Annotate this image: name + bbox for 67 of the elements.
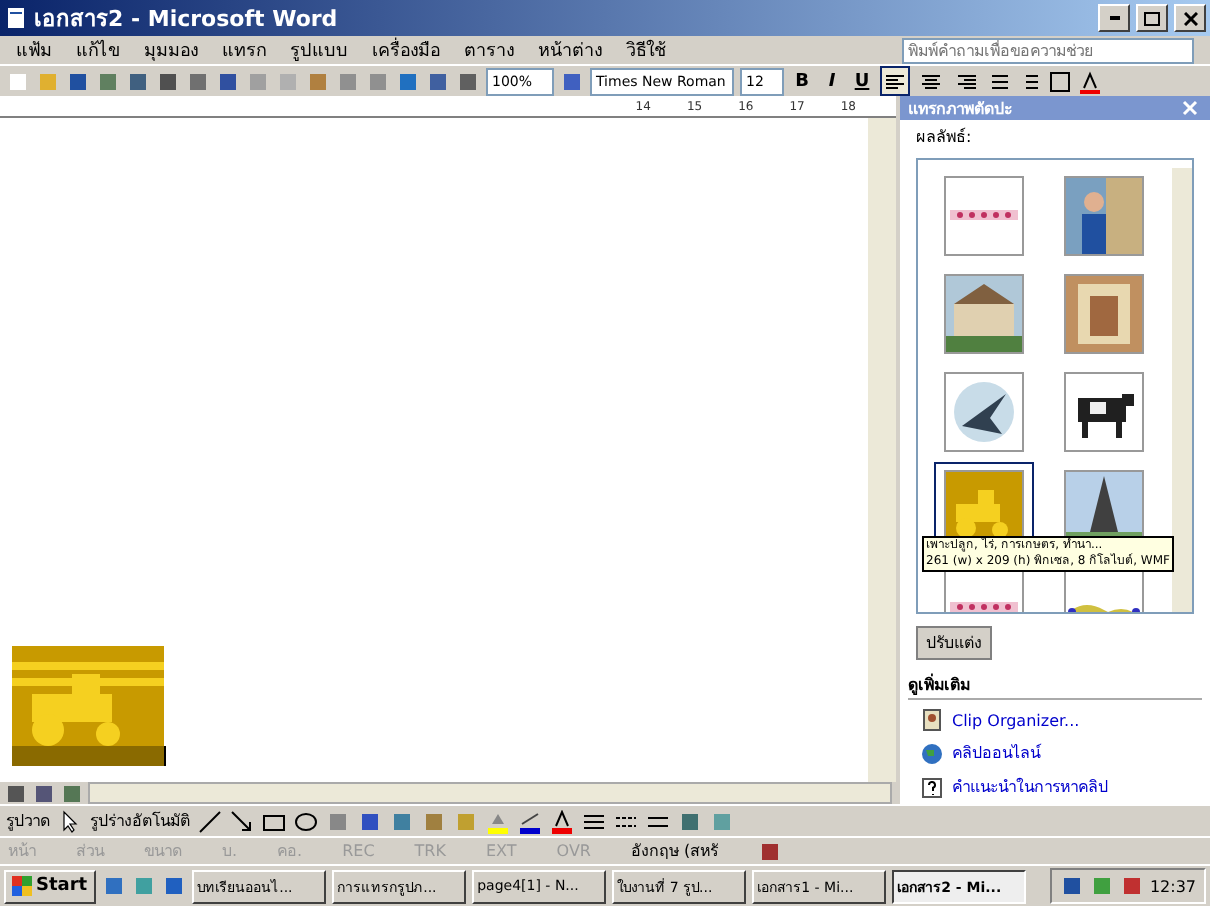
window-title: เอกสาร2 - Microsoft Word	[34, 4, 340, 36]
line-icon[interactable]	[198, 809, 222, 833]
see-also-heading: ดูเพิ่มเติม	[908, 672, 1202, 700]
pointer-icon[interactable]	[58, 809, 82, 833]
clip-organizer-icon	[920, 708, 944, 732]
format-button[interactable]: B	[790, 71, 814, 91]
close-icon[interactable]	[1178, 96, 1202, 120]
align-button[interactable]	[880, 66, 910, 96]
line-style-icon[interactable]	[582, 809, 606, 833]
status-mode: REC	[342, 842, 375, 860]
status-mode: EXT	[486, 842, 517, 860]
pane-link[interactable]: คำแนะนำในการหาคลิป	[900, 770, 1210, 804]
menu-item[interactable]: แฟ้ม	[16, 36, 52, 64]
status-field: บ.	[222, 838, 238, 864]
horizontal-scrollbar[interactable]	[88, 782, 892, 804]
autoshapes-menu[interactable]: รูปร่างอัตโนมัติ	[90, 808, 190, 834]
status-field: ขนาด	[144, 838, 182, 864]
oval-icon[interactable]	[294, 809, 318, 833]
globe-icon	[920, 741, 944, 765]
language-status: อังกฤษ (สหรั	[630, 840, 719, 864]
flag-icon	[12, 876, 32, 896]
line-color-icon[interactable]	[518, 809, 542, 833]
status-mode: OVR	[556, 842, 591, 860]
close-button[interactable]	[1174, 4, 1206, 32]
fill-color-icon[interactable]	[486, 809, 510, 833]
help-icon	[920, 775, 944, 799]
pane-link[interactable]: คลิปออนไลน์	[900, 736, 1210, 770]
status-mode: TRK	[414, 842, 446, 860]
format-button[interactable]: I	[820, 71, 844, 91]
document-icon	[4, 6, 28, 30]
font-color-icon[interactable]	[550, 809, 574, 833]
align-icon	[922, 73, 940, 89]
restore-icon	[1144, 11, 1160, 25]
menu-item[interactable]: แก้ไข	[76, 36, 120, 64]
pane-link[interactable]: Clip Organizer...	[900, 704, 1210, 736]
status-field: หน้า	[8, 838, 36, 864]
menu-item[interactable]: ตาราง	[464, 36, 514, 64]
status-field: คอ.	[277, 838, 303, 864]
minimize-icon	[1109, 16, 1119, 20]
font-color-icon[interactable]	[1078, 69, 1102, 93]
arrow-icon[interactable]	[230, 809, 254, 833]
align-icon	[886, 73, 904, 89]
task-pane-title: แทรกภาพตัดปะ	[908, 97, 1014, 121]
restore-button[interactable]	[1136, 4, 1168, 32]
minimize-button[interactable]	[1098, 4, 1130, 32]
menu-item[interactable]: มุมมอง	[144, 36, 198, 64]
rectangle-icon[interactable]	[262, 809, 286, 833]
text-cursor	[164, 746, 166, 766]
results-label: ผลลัพธ์:	[914, 125, 974, 150]
help-search-field[interactable]: พิมพ์คำถามเพื่อขอความช่วย	[902, 37, 1194, 63]
draw-menu[interactable]: รูปวาด	[6, 808, 50, 834]
menu-item[interactable]: แทรก	[222, 36, 266, 64]
vertical-scrollbar[interactable]	[866, 118, 896, 782]
numbered-list-icon[interactable]	[988, 69, 1012, 93]
menu-item[interactable]: เครื่องมือ	[372, 36, 440, 64]
align-icon	[958, 73, 976, 89]
menu-item[interactable]: วิธีใช้	[626, 36, 666, 64]
format-button[interactable]: U	[850, 71, 874, 91]
border-icon[interactable]	[1048, 69, 1072, 93]
menu-item[interactable]: รูปแบบ	[290, 36, 348, 64]
menu-item[interactable]: หน้าต่าง	[538, 36, 602, 64]
start-button[interactable]: Start	[4, 869, 96, 903]
modify-button[interactable]: ปรับแต่ง	[916, 626, 992, 660]
gallery-scrollbar[interactable]	[1172, 168, 1192, 612]
clock: 12:37	[1149, 877, 1196, 895]
status-field: ส่วน	[76, 838, 104, 864]
close-icon	[1183, 11, 1197, 25]
